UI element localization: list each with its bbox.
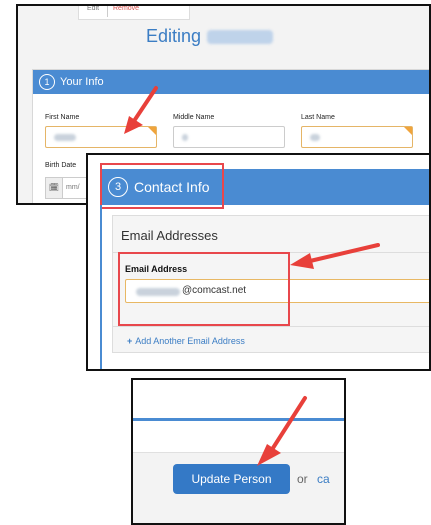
step-number-badge: 1 bbox=[39, 74, 55, 90]
last-name-label: Last Name bbox=[301, 114, 335, 121]
email-addresses-title: Email Addresses bbox=[121, 228, 218, 243]
middle-name-input[interactable] bbox=[173, 126, 285, 148]
or-text: or bbox=[297, 472, 308, 486]
redacted-last-name bbox=[310, 134, 320, 141]
cancel-link[interactable]: ca bbox=[317, 472, 330, 486]
page-title: Editing bbox=[146, 26, 274, 47]
your-info-header: 1 Your Info bbox=[33, 70, 429, 94]
last-name-input[interactable] bbox=[301, 126, 413, 148]
birth-date-label: Birth Date bbox=[45, 162, 77, 169]
your-info-title: Your Info bbox=[60, 76, 104, 88]
plus-icon: + bbox=[127, 336, 133, 346]
remove-link[interactable]: Remove bbox=[113, 6, 139, 12]
action-divider bbox=[107, 6, 108, 17]
redacted-first-name bbox=[54, 134, 76, 141]
update-person-button[interactable]: Update Person bbox=[173, 464, 290, 494]
section-accent-line bbox=[100, 205, 102, 369]
birth-date-placeholder: mm/ bbox=[66, 184, 80, 191]
add-email-link[interactable]: + Add Another Email Address bbox=[127, 336, 245, 346]
page-title-prefix: Editing bbox=[146, 26, 202, 46]
add-email-text: Add Another Email Address bbox=[135, 336, 245, 346]
update-person-screenshot-panel: Update Person or ca bbox=[131, 378, 346, 525]
section-divider bbox=[133, 418, 344, 421]
first-name-input[interactable] bbox=[45, 126, 157, 148]
first-name-label: First Name bbox=[45, 114, 80, 121]
contact-info-screenshot-panel: 3 Contact Info Email Addresses Email Add… bbox=[86, 153, 431, 371]
redacted-person-name bbox=[207, 30, 274, 45]
redacted-middle-name bbox=[182, 134, 188, 141]
contact-info-highlight-box bbox=[100, 163, 224, 209]
edit-link[interactable]: Edit bbox=[87, 6, 99, 12]
middle-name-label: Middle Name bbox=[173, 114, 215, 121]
email-address-highlight-box bbox=[118, 252, 290, 326]
calendar-icon[interactable]: 🗓 bbox=[46, 178, 63, 198]
card-divider-bottom bbox=[113, 326, 429, 327]
edit-remove-bar: Edit Remove bbox=[78, 6, 190, 20]
